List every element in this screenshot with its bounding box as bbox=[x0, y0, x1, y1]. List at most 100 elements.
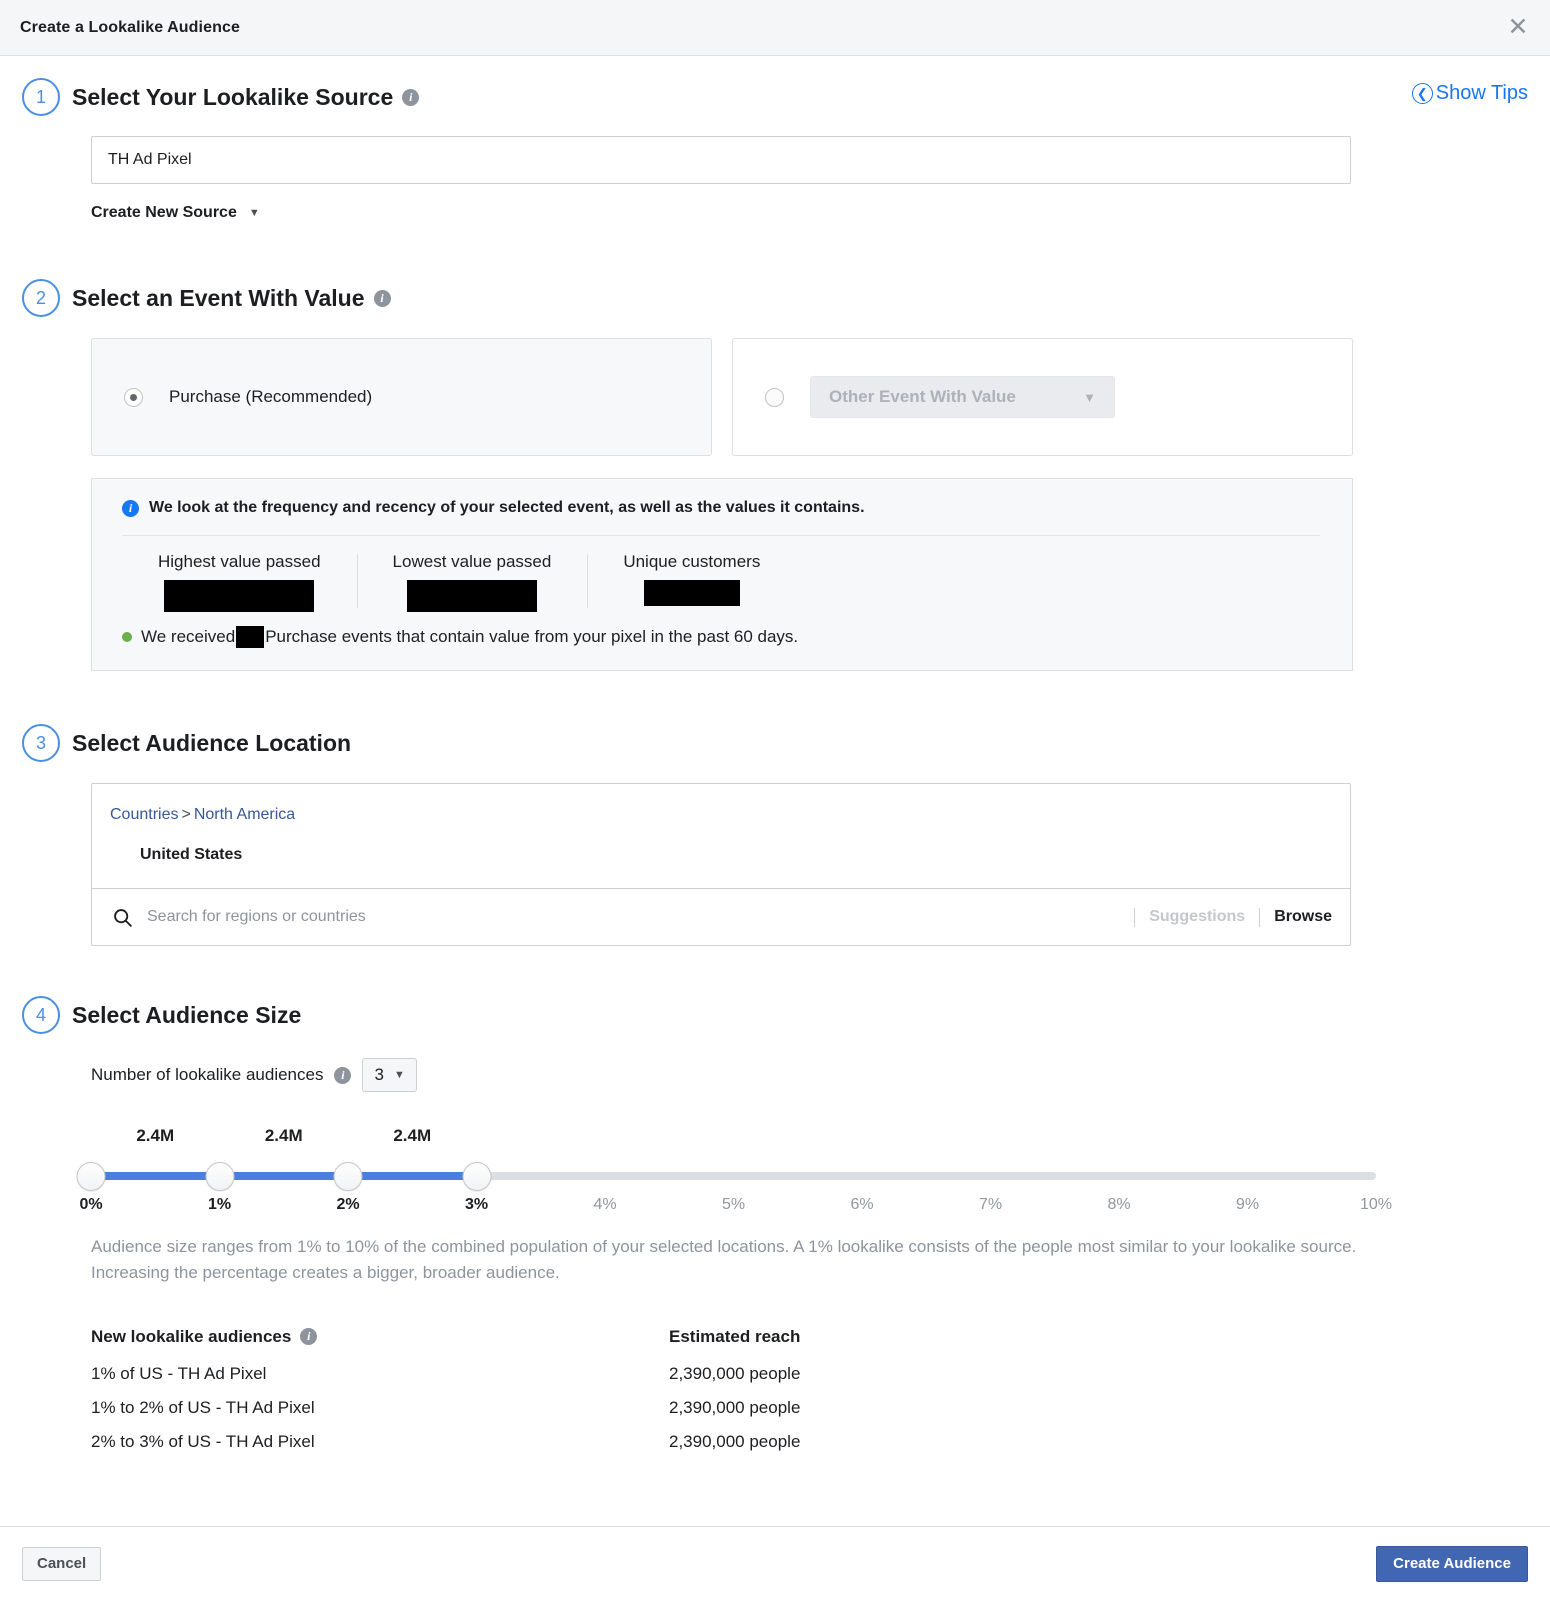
redacted-value bbox=[406, 580, 537, 612]
section-select-event-with-value: 2 Select an Event With Value i Purchase … bbox=[22, 222, 1528, 671]
section-2-title-text: Select an Event With Value bbox=[72, 284, 365, 311]
breadcrumb-countries[interactable]: Countries bbox=[110, 806, 178, 823]
dialog-titlebar: Create a Lookalike Audience ✕ bbox=[0, 0, 1550, 56]
location-search-input[interactable]: Search for regions or countries bbox=[147, 908, 1120, 926]
event-info-text: We look at the frequency and recency of … bbox=[149, 499, 865, 516]
other-event-select-label: Other Event With Value bbox=[829, 387, 1016, 406]
slider-tick-9: 9% bbox=[1235, 1196, 1260, 1213]
selected-country-united-states[interactable]: United States bbox=[110, 846, 1332, 864]
audience-reach: 2,390,000 people bbox=[669, 1363, 801, 1383]
create-new-source-label: Create New Source bbox=[91, 204, 237, 221]
create-new-source-dropdown[interactable]: Create New Source ▼ bbox=[91, 204, 260, 222]
redacted-value bbox=[164, 580, 315, 612]
redacted-value bbox=[643, 580, 740, 606]
other-event-select: Other Event With Value ▼ bbox=[810, 376, 1115, 418]
event-option-other[interactable]: Other Event With Value ▼ bbox=[732, 338, 1353, 456]
radio-purchase[interactable] bbox=[124, 387, 143, 407]
dialog-footer: Cancel Create Audience bbox=[0, 1526, 1550, 1600]
table-header-audiences: New lookalike audiences i bbox=[91, 1327, 669, 1347]
section-select-audience-location: 3 Select Audience Location Countries > Nor… bbox=[22, 671, 1528, 946]
event-info-line: i We look at the frequency and recency o… bbox=[122, 499, 1320, 517]
dialog-body: ❮ Show Tips 1 Select Your Lookalike Sour… bbox=[0, 56, 1550, 1526]
slider-segment-value: 2.4M bbox=[393, 1126, 432, 1145]
event-status-line: We received Purchase events that contain… bbox=[122, 626, 1320, 648]
info-icon[interactable]: i bbox=[334, 1066, 352, 1084]
create-audience-button[interactable]: Create Audience bbox=[1376, 1545, 1528, 1582]
radio-other-event[interactable] bbox=[765, 387, 784, 407]
section-4-title: Select Audience Size bbox=[72, 1002, 301, 1029]
audience-reach: 2,390,000 people bbox=[669, 1397, 801, 1417]
step-badge-1: 1 bbox=[22, 78, 60, 116]
table-row: 1% of US - TH Ad Pixel 2,390,000 people bbox=[91, 1357, 1191, 1391]
slider-tick-3: 3% bbox=[464, 1196, 489, 1213]
slider-knob-0[interactable] bbox=[76, 1162, 106, 1191]
section-3-header: 3 Select Audience Location bbox=[22, 724, 1528, 762]
divider bbox=[122, 535, 1320, 536]
section-1-title-text: Select Your Lookalike Source bbox=[72, 83, 394, 110]
location-search-bar[interactable]: Search for regions or countries Suggesti… bbox=[92, 888, 1350, 945]
slider-tick-5: 5% bbox=[721, 1196, 746, 1213]
cancel-button[interactable]: Cancel bbox=[22, 1546, 102, 1581]
event-info-panel: i We look at the frequency and recency o… bbox=[91, 478, 1353, 671]
slider-knob-3[interactable] bbox=[462, 1162, 491, 1191]
slider-tick-2: 2% bbox=[336, 1196, 360, 1213]
audience-size-slider[interactable]: 2.4M 2.4M 2.4M 0% 1% 2% 3% 4% 5% 6% 7% 8% 9% 10% bbox=[76, 1126, 1392, 1222]
slider-tick-10: 10% bbox=[1359, 1196, 1393, 1213]
event-option-purchase[interactable]: Purchase (Recommended) bbox=[91, 338, 712, 456]
slider-tick-8: 8% bbox=[1107, 1196, 1131, 1213]
breadcrumb-separator: > bbox=[181, 806, 191, 823]
info-icon[interactable]: i bbox=[402, 88, 420, 106]
breadcrumb-north-america[interactable]: North America bbox=[194, 806, 295, 823]
audience-name: 1% of US - TH Ad Pixel bbox=[91, 1363, 267, 1383]
step-badge-3: 3 bbox=[22, 724, 60, 762]
audience-reach: 2,390,000 people bbox=[669, 1431, 801, 1451]
metric-highest-value-passed: Highest value passed bbox=[122, 552, 357, 612]
event-status-suffix: Purchase events that contain value from … bbox=[265, 627, 799, 646]
metric-label: Unique customers bbox=[623, 552, 761, 571]
slider-tick-4: 4% bbox=[593, 1196, 617, 1213]
table-row: 1% to 2% of US - TH Ad Pixel 2,390,000 p… bbox=[91, 1391, 1191, 1425]
slider-segment-value: 2.4M bbox=[136, 1126, 175, 1145]
audience-location-box: Countries > North America United States Se… bbox=[91, 783, 1351, 946]
table-header-row: New lookalike audiences i Estimated reac… bbox=[91, 1317, 1191, 1357]
chevron-down-icon: ▼ bbox=[393, 1069, 405, 1081]
metric-label: Highest value passed bbox=[158, 552, 321, 571]
browse-button[interactable]: Browse bbox=[1274, 908, 1332, 926]
chevron-down-icon: ▼ bbox=[248, 207, 260, 219]
table-header-reach: Estimated reach bbox=[669, 1326, 801, 1346]
slider-fill bbox=[91, 1172, 477, 1180]
step-badge-4: 4 bbox=[22, 996, 60, 1034]
info-icon[interactable]: i bbox=[300, 1328, 318, 1346]
metric-unique-customers: Unique customers bbox=[587, 552, 796, 612]
section-3-title-text: Select Audience Location bbox=[72, 729, 352, 756]
audience-location-selection: Countries > North America United States bbox=[92, 784, 1350, 888]
audience-name: 1% to 2% of US - TH Ad Pixel bbox=[91, 1397, 315, 1417]
section-4-title-text: Select Audience Size bbox=[72, 1001, 302, 1028]
slider-knob-2[interactable] bbox=[333, 1162, 363, 1191]
section-select-lookalike-source: 1 Select Your Lookalike Source i TH Ad P… bbox=[22, 56, 1528, 222]
metric-label: Lowest value passed bbox=[392, 552, 552, 571]
divider bbox=[1259, 907, 1261, 927]
event-metrics: Highest value passed Lowest value passed… bbox=[122, 552, 1320, 612]
slider-knob-1[interactable] bbox=[205, 1162, 234, 1191]
section-1-title: Select Your Lookalike Source i bbox=[72, 83, 420, 111]
section-3-title: Select Audience Location bbox=[72, 730, 351, 757]
step-badge-2: 2 bbox=[22, 279, 60, 317]
number-of-audiences-label: Number of lookalike audiences bbox=[91, 1065, 324, 1084]
info-icon[interactable]: i bbox=[373, 289, 391, 307]
slider-segment-value: 2.4M bbox=[264, 1126, 303, 1145]
audience-size-description: Audience size ranges from 1% to 10% of t… bbox=[91, 1237, 1357, 1283]
number-of-audiences-select[interactable]: 3 ▼ bbox=[362, 1058, 417, 1092]
audience-name: 2% to 3% of US - TH Ad Pixel bbox=[91, 1431, 315, 1451]
suggestions-button[interactable]: Suggestions bbox=[1149, 908, 1245, 926]
dialog-title: Create a Lookalike Audience bbox=[20, 18, 240, 36]
slider-tick-0: 0% bbox=[79, 1196, 103, 1213]
estimated-reach-table: New lookalike audiences i Estimated reac… bbox=[91, 1317, 1191, 1459]
table-header-audiences-label: New lookalike audiences bbox=[91, 1326, 292, 1346]
table-row: 2% to 3% of US - TH Ad Pixel 2,390,000 p… bbox=[91, 1425, 1191, 1459]
close-icon[interactable]: ✕ bbox=[1504, 14, 1532, 42]
lookalike-source-input[interactable]: TH Ad Pixel bbox=[91, 136, 1351, 184]
divider bbox=[1134, 907, 1136, 927]
chevron-down-icon: ▼ bbox=[1083, 389, 1096, 405]
slider-tick-6: 6% bbox=[850, 1196, 874, 1213]
